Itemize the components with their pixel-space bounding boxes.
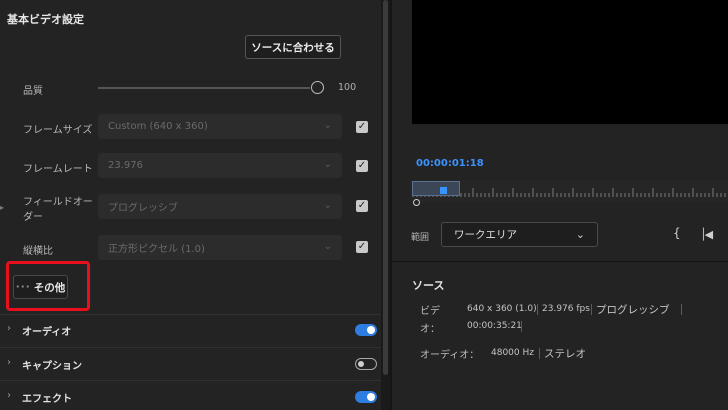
timeline-start-handle[interactable]	[413, 199, 420, 206]
accordion-captions[interactable]: › キャプション	[0, 350, 381, 378]
aspect-label: 縦横比	[23, 246, 53, 257]
scrollbar-thumb[interactable]	[383, 0, 388, 375]
audio-label: オーディオ：	[420, 350, 480, 361]
work-area-bar[interactable]	[412, 181, 460, 196]
brace-icon[interactable]: {	[673, 226, 681, 240]
chevron-right-icon: ›	[7, 357, 11, 368]
video-scan: プログレッシブ	[596, 304, 670, 316]
frame-rate-value: 23.976	[108, 160, 143, 171]
checkbox-checked-icon: ✓	[357, 241, 367, 252]
video-label-line1: ビデ	[420, 306, 440, 317]
divider	[0, 314, 381, 315]
checkbox-checked-icon: ✓	[357, 160, 367, 171]
field-order-label-line2: ダー	[23, 212, 43, 223]
timeline[interactable]	[410, 176, 728, 209]
range-label: 範囲	[411, 233, 430, 243]
timecode[interactable]: 00:00:01:18	[416, 158, 484, 169]
frame-size-select[interactable]: Custom (640 x 360) ⌄	[98, 114, 342, 139]
frame-rate-select[interactable]: 23.976 ⌄	[98, 153, 342, 178]
divider	[539, 348, 540, 359]
frame-size-value: Custom (640 x 360)	[108, 121, 208, 132]
divider	[681, 304, 682, 315]
accordion-label: キャプション	[22, 361, 82, 372]
aspect-checkbox[interactable]: ✓	[356, 241, 368, 253]
field-order-select[interactable]: プログレッシブ ⌄	[98, 194, 342, 219]
playhead[interactable]	[440, 187, 447, 194]
effects-toggle[interactable]	[355, 391, 377, 403]
aspect-value: 正方形ピクセル (1.0)	[108, 244, 205, 255]
divider	[392, 261, 728, 262]
divider	[0, 347, 381, 348]
divider	[521, 321, 522, 332]
checkbox-checked-icon: ✓	[357, 121, 367, 132]
divider	[537, 304, 538, 315]
chevron-right-icon: ▸	[0, 203, 5, 212]
audio-rate: 48000 Hz	[491, 348, 534, 358]
quality-slider-thumb[interactable]	[311, 81, 324, 94]
field-order-label-line1: フィールドオー	[23, 197, 93, 208]
field-order-checkbox[interactable]: ✓	[356, 200, 368, 212]
video-duration: 00:00:35:21	[467, 321, 522, 331]
chevron-down-icon: ⌄	[323, 159, 332, 170]
accordion-label: オーディオ	[22, 327, 72, 338]
captions-toggle[interactable]	[355, 358, 377, 370]
divider	[0, 380, 381, 381]
toggle-knob	[367, 393, 375, 401]
accordion-effects[interactable]: › エフェクト	[0, 383, 381, 410]
video-fps: 23.976 fps	[542, 304, 590, 314]
divider	[591, 304, 592, 315]
accordion-audio[interactable]: › オーディオ	[0, 316, 381, 344]
range-value: ワークエリア	[454, 229, 517, 241]
highlight-annotation	[6, 261, 90, 311]
quality-slider-track[interactable]	[98, 87, 310, 89]
chevron-right-icon: ›	[7, 390, 11, 401]
match-source-button[interactable]: ソースに合わせる	[245, 35, 341, 59]
audio-toggle[interactable]	[355, 324, 377, 336]
video-resolution: 640 x 360 (1.0)	[467, 304, 537, 314]
audio-channels: ステレオ	[544, 348, 586, 360]
source-title: ソース	[412, 279, 445, 292]
frame-size-checkbox[interactable]: ✓	[356, 121, 368, 133]
chevron-right-icon: ›	[7, 323, 11, 334]
quality-value: 100	[338, 82, 357, 93]
toggle-knob	[367, 326, 375, 334]
chevron-down-icon: ⌄	[323, 241, 332, 252]
toggle-knob	[357, 360, 364, 367]
frame-rate-checkbox[interactable]: ✓	[356, 160, 368, 172]
section-title: 基本ビデオ設定	[7, 13, 84, 26]
step-back-icon[interactable]: │◀	[700, 228, 713, 241]
video-preview	[412, 0, 728, 124]
aspect-select[interactable]: 正方形ピクセル (1.0) ⌄	[98, 235, 342, 260]
range-select[interactable]: ワークエリア ⌄	[441, 222, 598, 247]
frame-rate-label: フレームレート	[23, 164, 93, 175]
chevron-down-icon: ⌄	[323, 120, 332, 131]
field-order-value: プログレッシブ	[108, 203, 178, 214]
checkbox-checked-icon: ✓	[357, 200, 367, 211]
chevron-down-icon: ⌄	[323, 200, 332, 211]
chevron-down-icon: ⌄	[575, 228, 585, 241]
accordion-label: エフェクト	[22, 394, 72, 405]
quality-label: 品質	[23, 86, 43, 97]
frame-size-label: フレームサイズ	[23, 125, 93, 136]
video-label-line2: オ：	[420, 324, 440, 335]
